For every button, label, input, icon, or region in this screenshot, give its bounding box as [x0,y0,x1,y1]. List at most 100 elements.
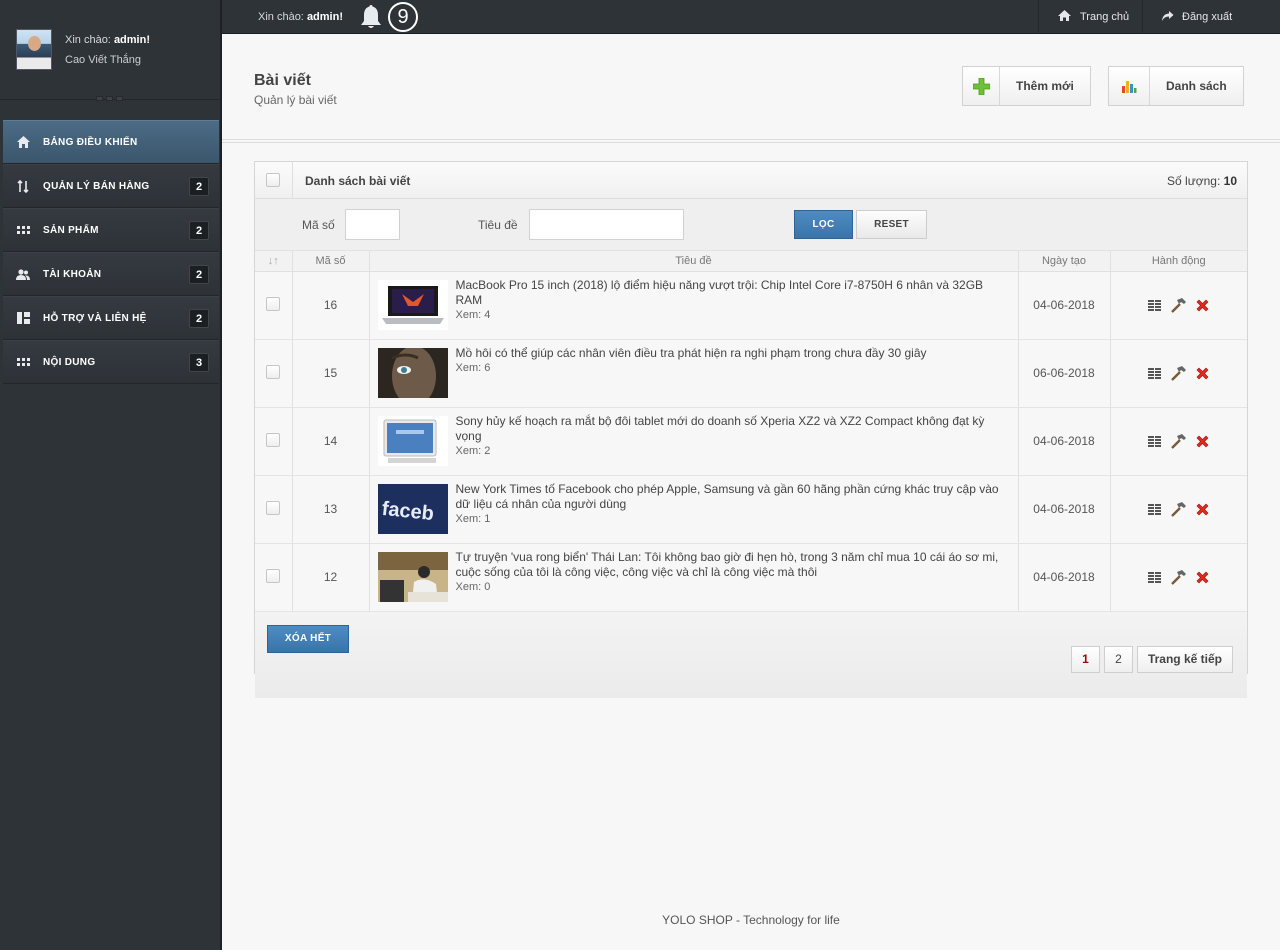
count-badge: 2 [189,177,209,196]
details-icon[interactable] [1146,297,1163,314]
table-row: 15 Mồ hôi có thể giúp các nhân viên điều … [255,339,1247,408]
sort-column-header[interactable]: ↓↑ [255,251,293,272]
posts-table: ↓↑ Mã số Tiêu đề Ngày tạo Hành động 16 Ma… [255,251,1247,612]
post-views: Xem: 2 [455,444,491,457]
post-id: 16 [292,271,370,340]
actions-cell [1110,271,1247,340]
post-title-link[interactable]: Mồ hôi có thể giúp các nhân viên điều tr… [456,346,927,361]
page-1-button[interactable]: 1 [1070,645,1100,673]
sidebar-item-content[interactable]: NỘI DUNG 3 [3,340,219,384]
post-title-link[interactable]: New York Times tố Facebook cho phép Appl… [456,482,1010,512]
row-checkbox[interactable] [266,296,281,311]
footer: YOLO SHOP - Technology for life [662,913,840,927]
sidebar-item-accounts[interactable]: TÀI KHOẢN 2 [3,252,219,296]
row-checkbox[interactable] [266,432,281,447]
list-button[interactable]: Danh sách [1108,66,1244,106]
bar-chart-icon [1109,67,1150,105]
edit-hammer-icon[interactable] [1170,297,1187,314]
sidebar-item-products[interactable]: SẢN PHẨM 2 [3,208,219,252]
list-label: Danh sách [1166,79,1227,93]
logout-link[interactable]: Đăng xuất [1142,0,1250,34]
post-title-cell: MacBook Pro 15 inch (2018) lộ điểm hiệu … [369,271,1019,340]
next-page-button[interactable]: Trang kế tiếp [1136,645,1233,673]
sidebar-item-sales[interactable]: QUẢN LÝ BÁN HÀNG 2 [3,164,219,208]
delete-all-button[interactable]: XÓA HẾT [267,624,349,653]
date-column-header[interactable]: Ngày tạo [1018,251,1111,272]
delete-icon[interactable] [1194,569,1211,586]
post-date: 06-06-2018 [1018,339,1111,408]
panel-header: Danh sách bài viết Số lượng: 10 [255,162,1247,199]
post-views: Xem: 6 [455,361,491,374]
panel-footer: XÓA HẾT 1 2 Trang kế tiếp [255,611,1247,698]
sidebar-item-label: QUẢN LÝ BÁN HÀNG [43,180,150,192]
post-id: 15 [292,339,370,408]
post-title-cell: Mồ hôi có thể giúp các nhân viên điều tr… [369,339,1019,408]
post-id: 12 [292,543,370,612]
home-link[interactable]: Trang chủ [1038,0,1147,34]
sidebar-item-label: NỘI DUNG [43,356,96,368]
row-checkbox[interactable] [266,500,281,515]
count-label: Số lượng: [1167,174,1221,188]
sidebar-item-support[interactable]: HỖ TRỢ VÀ LIÊN HỆ 2 [3,296,219,340]
delete-icon[interactable] [1194,297,1211,314]
row-checkbox[interactable] [266,364,281,379]
row-checkbox-cell [255,543,293,612]
row-checkbox-cell [255,271,293,340]
panel-title: Danh sách bài viết [305,174,411,188]
select-all-checkbox[interactable] [266,173,280,187]
pagination: 1 2 Trang kế tiếp [1070,645,1233,673]
sidebar-item-label: TÀI KHOẢN [43,268,102,280]
sidebar: Xin chào: admin! Cao Viết Thắng BẢNG ĐIỀ… [0,0,222,950]
page-header: Bài viết Quản lý bài viết Thêm mới Danh … [222,35,1280,143]
id-filter-input[interactable] [345,209,400,240]
users-icon [3,268,43,280]
home-link-label: Trang chủ [1080,11,1130,23]
delete-icon[interactable] [1194,433,1211,450]
edit-hammer-icon[interactable] [1170,365,1187,382]
details-icon[interactable] [1146,501,1163,518]
sidebar-greeting: Xin chào: admin! [65,34,150,46]
post-date: 04-06-2018 [1018,475,1111,544]
sidebar-item-dashboard[interactable]: BẢNG ĐIỀU KHIỂN [3,120,219,164]
count-badge: 2 [189,309,209,328]
id-column-header[interactable]: Mã số [292,251,370,272]
bell-icon[interactable] [356,2,386,32]
page-2-button[interactable]: 2 [1103,645,1133,673]
sidebar-handle[interactable] [96,96,123,101]
username: admin! [113,34,150,46]
grid-icon [3,225,43,235]
post-title-link[interactable]: Sony hủy kế hoạch ra mắt bộ đôi tablet m… [456,414,1010,444]
filter-bar: Mã số Tiêu đề LỌC RESET [255,199,1247,251]
row-checkbox[interactable] [266,568,281,583]
details-icon[interactable] [1146,365,1163,382]
post-title-link[interactable]: Tự truyện 'vua rong biển' Thái Lan: Tôi … [456,550,1010,580]
post-title-cell: Sony hủy kế hoạch ra mắt bộ đôi tablet m… [369,407,1019,476]
main-content: Bài viết Quản lý bài viết Thêm mới Danh … [222,35,1280,950]
edit-hammer-icon[interactable] [1170,569,1187,586]
delete-icon[interactable] [1194,501,1211,518]
home-icon [3,135,43,149]
delete-icon[interactable] [1194,365,1211,382]
title-filter-input[interactable] [529,209,684,240]
title-column-header[interactable]: Tiêu đề [369,251,1019,272]
edit-hammer-icon[interactable] [1170,433,1187,450]
table-header-row: ↓↑ Mã số Tiêu đề Ngày tạo Hành động [255,251,1247,272]
edit-hammer-icon[interactable] [1170,501,1187,518]
details-icon[interactable] [1146,569,1163,586]
filter-button[interactable]: LỌC [794,210,853,239]
logout-link-label: Đăng xuất [1182,11,1233,23]
count-badge: 2 [189,265,209,284]
count-badge: 3 [189,353,209,372]
reset-button[interactable]: RESET [856,210,927,239]
layout-icon [3,312,43,324]
posts-panel: Danh sách bài viết Số lượng: 10 Mã số Ti… [254,161,1248,698]
top-greeting: Xin chào: admin! [258,11,343,23]
notification-count[interactable]: 9 [388,2,418,32]
count-badge: 2 [189,221,209,240]
share-arrow-icon [1161,10,1174,25]
add-new-button[interactable]: Thêm mới [962,66,1091,106]
details-icon[interactable] [1146,433,1163,450]
post-title-link[interactable]: MacBook Pro 15 inch (2018) lộ điểm hiệu … [456,278,1010,308]
post-thumbnail [377,278,448,333]
actions-cell [1110,407,1247,476]
